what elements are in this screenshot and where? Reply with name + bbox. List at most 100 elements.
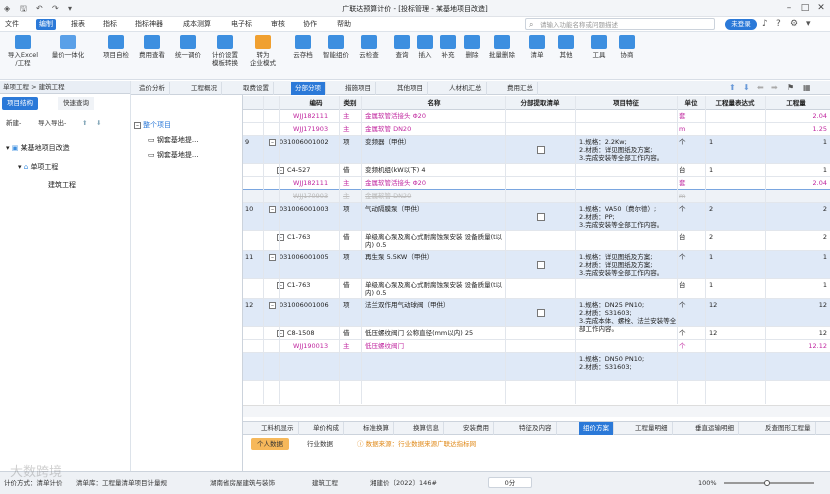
table-row[interactable]: WJJ171903 主金属软管 DN20 m 1.25 [243, 123, 830, 136]
login-button[interactable]: 未登录 [725, 19, 757, 30]
table-row[interactable]: – C1-763 借单级离心泵及离心式耐腐蚀泵安装 设备质量(t以内) 0.5 台 2 2 [243, 231, 830, 251]
arrow-left-icon[interactable]: ⬅ [757, 83, 764, 92]
import-export-button[interactable]: 导入导出- [38, 116, 66, 130]
tab-other-items[interactable]: 其他项目 [393, 82, 428, 95]
tab-project-overview[interactable]: 工程概况 [187, 82, 222, 95]
menu-collab[interactable]: 协作 [300, 19, 320, 30]
table-row[interactable]: WJJ182111 主金属软管活接头 Φ20 套 2.04 [243, 177, 830, 190]
tab-vertical-transport[interactable]: 垂直运输明细 [691, 422, 739, 435]
mid-tree-item[interactable]: ▭ 钢套基地提... [148, 135, 199, 145]
filter-icon[interactable]: ⚑ [787, 83, 794, 92]
tab-measure-items[interactable]: 措施项目 [341, 82, 376, 95]
collapse-icon[interactable]: – [269, 302, 276, 309]
collapse-icon[interactable]: – [269, 139, 276, 146]
table-row[interactable]: 12–031006001006 项法兰双作用气动球阀（甲供） 1.规格：DN25 P… [243, 299, 830, 333]
bill-list-button[interactable]: 清单 [526, 35, 548, 59]
move-up-icon[interactable]: ⬆ [82, 116, 87, 130]
menu-review[interactable]: 审核 [268, 19, 288, 30]
menu-index-tool[interactable]: 指标神器 [132, 19, 166, 30]
tab-reverse-lookup[interactable]: 反查图形工程量 [761, 422, 816, 435]
menu-index[interactable]: 指标 [100, 19, 120, 30]
tab-pricing-scheme[interactable]: 组价方案 [579, 422, 614, 435]
query-button[interactable]: 查询 [392, 35, 412, 59]
tab-fee-summary[interactable]: 费用汇总 [503, 82, 538, 95]
delete-button[interactable]: 删除 [462, 35, 482, 59]
table-row[interactable]: – C1-763 借单级离心泵及离心式耐腐蚀泵安装 设备质量(t以内) 0.5 台 1 1 [243, 279, 830, 299]
new-button[interactable]: 新建- [6, 116, 21, 130]
collapse-icon[interactable]: – [269, 254, 276, 261]
more-icon[interactable]: ▾ [806, 18, 811, 30]
other-button[interactable]: 其他 [555, 35, 577, 59]
settings-icon[interactable]: ⚙ [790, 18, 798, 30]
zoom-slider-handle[interactable] [764, 480, 770, 486]
score-badge[interactable]: 0分 [488, 477, 532, 488]
tab-conversion-info[interactable]: 换算信息 [409, 422, 444, 435]
tab-industry-data[interactable]: 行业数据 [301, 438, 339, 450]
menu-report[interactable]: 报表 [68, 19, 88, 30]
table-row[interactable]: WJJ190013 主低压螺纹阀门个 12.12 [243, 340, 830, 353]
unify-adjust-button[interactable]: 统一调价 [172, 35, 204, 59]
table-row[interactable]: 10–031006001003 项气动隔膜泵（甲供） 1.规格：VA50（费尔德）;… [243, 203, 830, 231]
arrow-up-icon[interactable]: ⬆ [729, 83, 736, 92]
tab-standard-conversion[interactable]: 标准换算 [359, 422, 394, 435]
minimize-icon[interactable]: – [782, 2, 796, 15]
table-row[interactable]: 11–031006001005 项再生泵 5.5KW（甲供） 1.规格：详见图纸及方… [243, 251, 830, 279]
negotiate-button[interactable]: 协商 [616, 35, 638, 59]
table-row[interactable]: – C8-1508 借低压螺纹阀门 公称直径(mm以内) 25 个 12 12 [243, 327, 830, 340]
table-row[interactable]: WJJ170903 主金属软管 DN20 m [243, 189, 830, 204]
tab-unit-price[interactable]: 单价构成 [309, 422, 344, 435]
tab-install-fee[interactable]: 安装费用 [459, 422, 494, 435]
smart-pricing-button[interactable]: 智能组价 [320, 35, 352, 59]
insert-button[interactable]: 插入 [415, 35, 435, 59]
tab-project-structure[interactable]: 项目结构 [2, 97, 38, 110]
maximize-icon[interactable]: □ [798, 2, 812, 15]
arrow-right-icon[interactable]: ➡ [771, 83, 778, 92]
tab-feature-content[interactable]: 特征及内容 [515, 422, 557, 435]
convert-enterprise-button[interactable]: 转为 企业模式 [246, 35, 280, 67]
tab-labor-material[interactable]: 工料机显示 [257, 422, 299, 435]
mid-tree-item[interactable]: ▭ 钢套基地提... [148, 150, 199, 160]
table-row[interactable]: WJJ182111 主金属软管活接头 Φ20 套 2.04 [243, 110, 830, 123]
cloud-archive-button[interactable]: 云存档 [290, 35, 316, 59]
collapse-icon[interactable]: – [269, 206, 276, 213]
help-icon[interactable]: ? [776, 18, 781, 30]
menu-edit[interactable]: 编制 [36, 19, 56, 30]
move-down-icon[interactable]: ⬇ [96, 116, 101, 130]
project-check-button[interactable]: 项目自检 [100, 35, 132, 59]
menu-e-bid[interactable]: 电子标 [228, 19, 255, 30]
tab-quantity-detail[interactable]: 工程量明细 [631, 422, 673, 435]
tree-node-building[interactable]: 建筑工程 [48, 180, 76, 190]
collapse-icon[interactable]: – [134, 122, 141, 129]
menu-cost-calc[interactable]: 成本测算 [180, 19, 214, 30]
table-row[interactable]: – C4-527 借变频机组(kW以下) 4台11 [243, 164, 830, 177]
menu-help[interactable]: 帮助 [334, 19, 354, 30]
arrow-down-icon[interactable]: ⬇ [743, 83, 750, 92]
mid-tree-root[interactable]: – 整个项目 [134, 120, 171, 130]
quantity-price-button[interactable]: 量价一体化 [48, 35, 88, 59]
tab-cost-analysis[interactable]: 造价分析 [135, 82, 170, 95]
tab-fee-settings[interactable]: 取费设置 [239, 82, 274, 95]
tab-quick-query[interactable]: 快速查询 [58, 97, 94, 110]
table-row[interactable]: 1.规格：DN50 PN10; 2.材质：S31603; [243, 353, 830, 381]
extract-checkbox[interactable] [537, 309, 545, 317]
tab-labor-material-summary[interactable]: 人材机汇总 [445, 82, 487, 95]
layout-icon[interactable]: ▦ [803, 83, 811, 92]
batch-delete-button[interactable]: 批量删除 [486, 35, 518, 59]
supplement-button[interactable]: 补充 [438, 35, 458, 59]
fee-view-button[interactable]: 费用查看 [136, 35, 168, 59]
horizontal-scrollbar[interactable] [243, 405, 830, 417]
menu-file[interactable]: 文件 [2, 19, 22, 30]
tree-node-single[interactable]: ▾ ⌂ 单项工程 [18, 162, 58, 172]
tree-node-project[interactable]: ▾ ▣ 某基地项目改造 [6, 143, 70, 153]
tab-personal-data[interactable]: 个人数据 [251, 438, 289, 450]
extract-checkbox[interactable] [537, 213, 545, 221]
extract-checkbox[interactable] [537, 146, 545, 154]
import-excel-button[interactable]: 导入Excel/工程 [6, 35, 40, 67]
tab-division-items[interactable]: 分部分项 [291, 82, 326, 95]
search-input[interactable]: ⌕ 请输入功能名称或问题描述 [525, 18, 715, 30]
close-icon[interactable]: ✕ [814, 2, 828, 15]
bell-icon[interactable]: ♪ [762, 18, 768, 30]
tools-button[interactable]: 工具 [588, 35, 610, 59]
table-row[interactable]: 9–031006001002 项变频器（甲供） 1.规格：2.2Kw; 2.材质：详… [243, 136, 830, 164]
pricing-settings-button[interactable]: 计价设置 模板转换 [208, 35, 242, 67]
